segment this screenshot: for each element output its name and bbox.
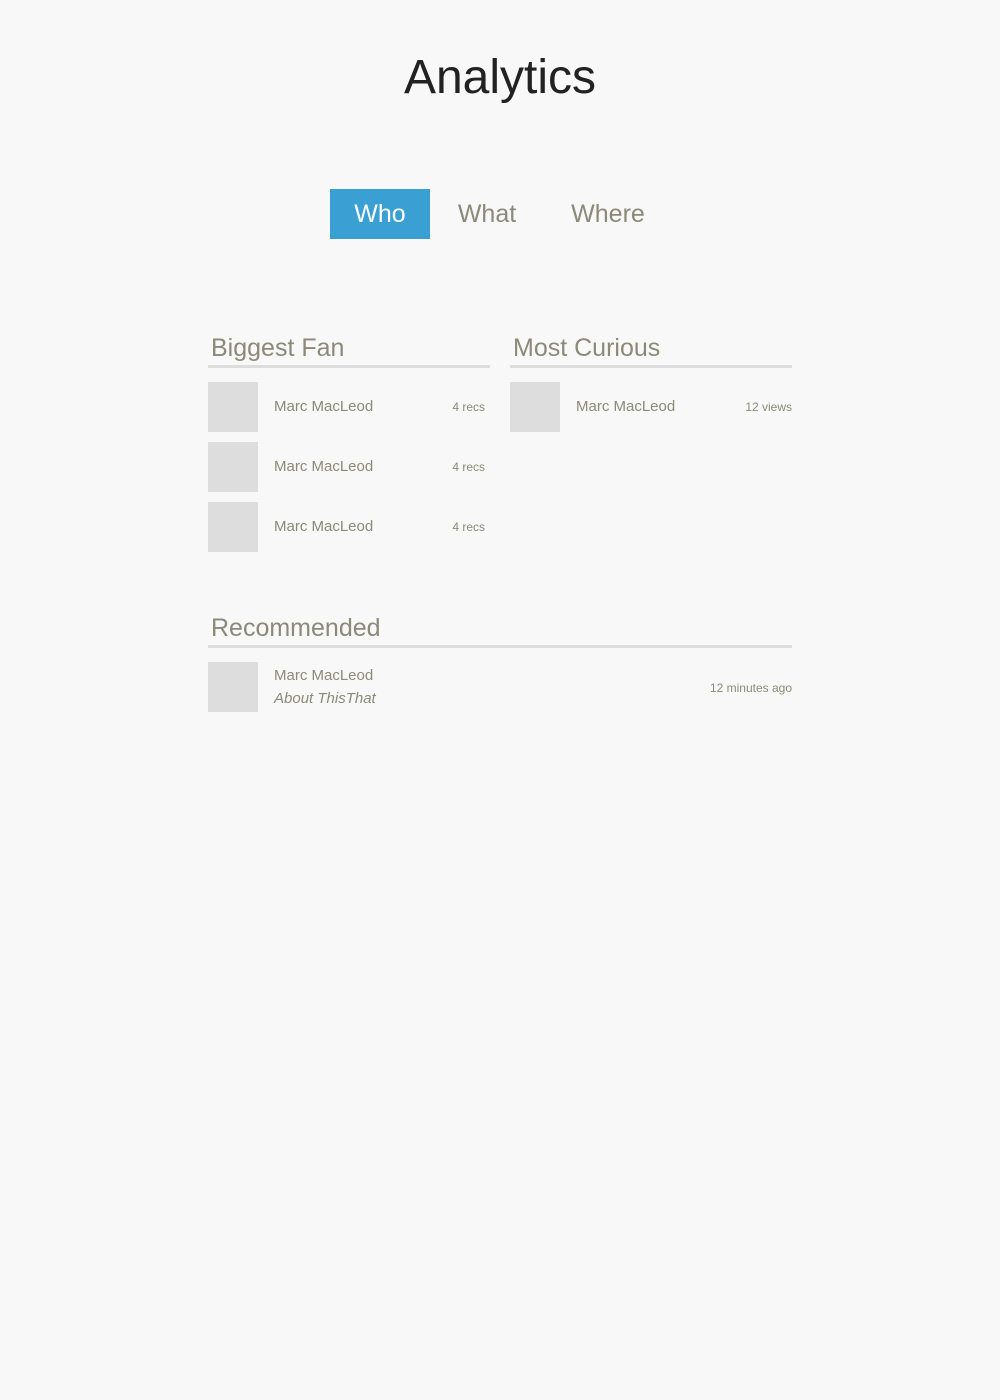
section-heading: Biggest Fan	[208, 331, 490, 368]
user-name[interactable]: Marc MacLeod	[274, 518, 373, 535]
avatar[interactable]	[208, 442, 258, 492]
section-heading: Most Curious	[510, 331, 792, 368]
user-name[interactable]: Marc MacLeod	[274, 458, 373, 475]
list-item[interactable]: Marc MacLeod 12 views	[510, 382, 792, 432]
section-heading: Recommended	[208, 611, 792, 648]
avatar[interactable]	[208, 382, 258, 432]
tab-what[interactable]: What	[430, 189, 544, 239]
list-item[interactable]: Marc MacLeod 4 recs	[208, 442, 490, 492]
biggest-fan-section: Biggest Fan Marc MacLeod 4 recs Marc Mac…	[208, 331, 490, 552]
rec-count: 4 recs	[452, 400, 485, 414]
avatar[interactable]	[208, 662, 258, 712]
page-title: Analytics	[403, 51, 597, 104]
list-item[interactable]: Marc MacLeod 4 recs	[208, 502, 490, 552]
item-subtitle[interactable]: About ThisThat	[274, 690, 376, 707]
tab-where[interactable]: Where	[544, 189, 672, 239]
recommended-section: Recommended Marc MacLeod About ThisThat …	[208, 611, 792, 712]
tab-who[interactable]: Who	[330, 189, 430, 239]
avatar[interactable]	[208, 502, 258, 552]
view-count: 12 views	[745, 400, 792, 414]
timestamp: 12 minutes ago	[709, 681, 792, 695]
avatar[interactable]	[510, 382, 560, 432]
user-name[interactable]: Marc MacLeod	[576, 398, 675, 415]
user-name[interactable]: Marc MacLeod	[274, 667, 373, 684]
list-item[interactable]: Marc MacLeod 4 recs	[208, 382, 490, 432]
tab-bar: Who What Where	[330, 189, 672, 239]
most-curious-section: Most Curious Marc MacLeod 12 views	[510, 331, 792, 432]
rec-count: 4 recs	[452, 520, 485, 534]
rec-count: 4 recs	[452, 460, 485, 474]
user-name[interactable]: Marc MacLeod	[274, 398, 373, 415]
list-item[interactable]: Marc MacLeod About ThisThat 12 minutes a…	[208, 662, 792, 712]
